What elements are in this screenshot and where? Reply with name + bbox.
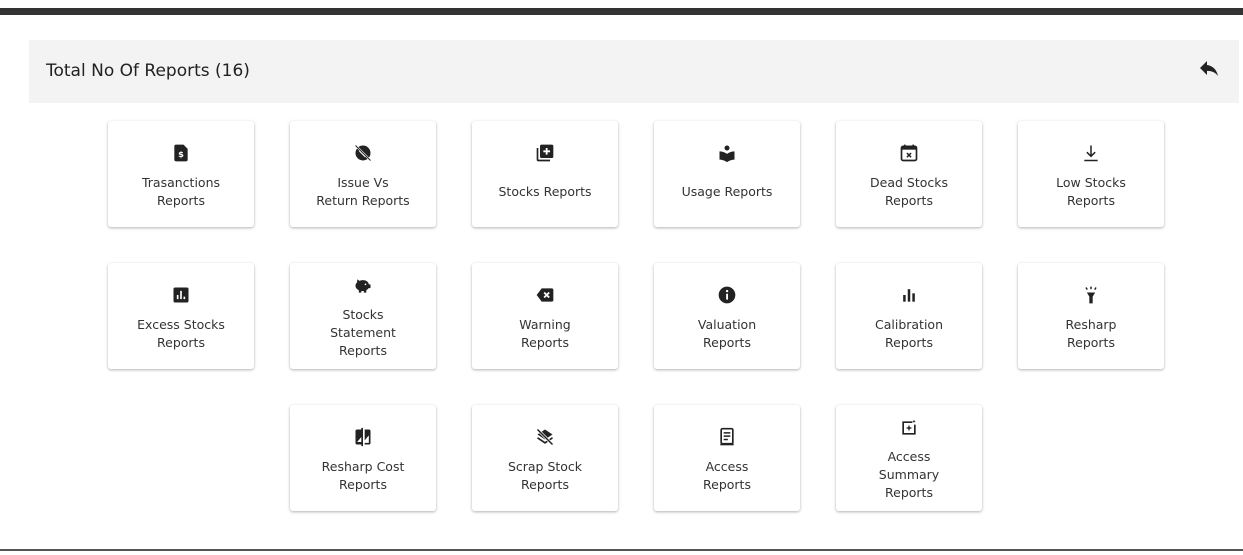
report-card-label: Calibration Reports bbox=[874, 317, 943, 350]
report-card-issue-vs-return[interactable]: Issue Vs Return Reports bbox=[290, 121, 436, 227]
report-card-label: Valuation Reports bbox=[697, 317, 757, 350]
backspace-icon bbox=[472, 284, 618, 306]
compare-icon bbox=[290, 426, 436, 448]
back-button[interactable] bbox=[1193, 54, 1225, 86]
report-card-label: Scrap Stock Reports bbox=[507, 459, 583, 492]
report-card-warning[interactable]: Warning Reports bbox=[472, 263, 618, 369]
report-card-access[interactable]: Access Reports bbox=[654, 405, 800, 511]
report-card-label: Resharp Cost Reports bbox=[321, 459, 405, 492]
report-card-excess-stocks[interactable]: Excess Stocks Reports bbox=[108, 263, 254, 369]
sparkle-box-icon bbox=[836, 417, 982, 439]
receipt-icon bbox=[654, 426, 800, 448]
report-card-access-summary[interactable]: Access Summary Reports bbox=[836, 405, 982, 511]
dollar-document-icon: $ bbox=[108, 142, 254, 164]
layers-off-icon bbox=[472, 426, 618, 448]
report-card-scrap-stock[interactable]: Scrap Stock Reports bbox=[472, 405, 618, 511]
report-card-label: Excess Stocks Reports bbox=[137, 317, 225, 350]
report-card-label: Issue Vs Return Reports bbox=[316, 175, 410, 208]
report-card-label: Dead Stocks Reports bbox=[870, 175, 948, 208]
reply-arrow-icon bbox=[1195, 56, 1223, 84]
report-card-low-stocks[interactable]: Low Stocks Reports bbox=[1018, 121, 1164, 227]
calendar-remove-icon bbox=[836, 142, 982, 164]
page-title: Total No Of Reports (16) bbox=[46, 61, 250, 81]
report-card-usage[interactable]: Usage Reports bbox=[654, 121, 800, 227]
bar-chart-box-icon bbox=[108, 284, 254, 306]
report-card-label: Warning Reports bbox=[519, 317, 571, 350]
arrow-to-bottom-icon bbox=[1018, 142, 1164, 164]
library-add-icon bbox=[472, 142, 618, 164]
open-book-reader-icon bbox=[654, 142, 800, 164]
report-card-label: Resharp Reports bbox=[1065, 317, 1117, 350]
reports-header: Total No Of Reports (16) bbox=[29, 40, 1239, 103]
report-card-stocks-statement[interactable]: Stocks Statement Reports bbox=[290, 263, 436, 369]
report-card-label: Low Stocks Reports bbox=[1056, 175, 1126, 208]
report-card-resharp[interactable]: Resharp Reports bbox=[1018, 263, 1164, 369]
svg-text:$: $ bbox=[178, 149, 184, 159]
report-card-valuation[interactable]: Valuation Reports bbox=[654, 263, 800, 369]
report-card-label: Trasanctions Reports bbox=[141, 175, 221, 208]
top-bar bbox=[0, 8, 1243, 15]
info-circle-icon bbox=[654, 284, 800, 306]
blocked-tag-icon bbox=[290, 142, 436, 164]
report-card-label: Stocks Statement Reports bbox=[330, 307, 396, 358]
report-card-label: Access Reports bbox=[703, 459, 751, 492]
report-card-label: Usage Reports bbox=[681, 184, 773, 199]
report-card-dead-stocks[interactable]: Dead Stocks Reports bbox=[836, 121, 982, 227]
report-card-resharp-cost[interactable]: Resharp Cost Reports bbox=[290, 405, 436, 511]
piggy-bank-icon bbox=[290, 275, 436, 297]
report-card-label: Stocks Reports bbox=[498, 184, 592, 199]
report-card-transactions[interactable]: $ Trasanctions Reports bbox=[108, 121, 254, 227]
bottom-divider bbox=[0, 549, 1243, 551]
report-card-calibration[interactable]: Calibration Reports bbox=[836, 263, 982, 369]
report-card-label: Access Summary Reports bbox=[878, 449, 940, 500]
bar-chart-icon bbox=[836, 284, 982, 306]
report-card-stocks[interactable]: Stocks Reports bbox=[472, 121, 618, 227]
flashlight-icon bbox=[1018, 284, 1164, 306]
